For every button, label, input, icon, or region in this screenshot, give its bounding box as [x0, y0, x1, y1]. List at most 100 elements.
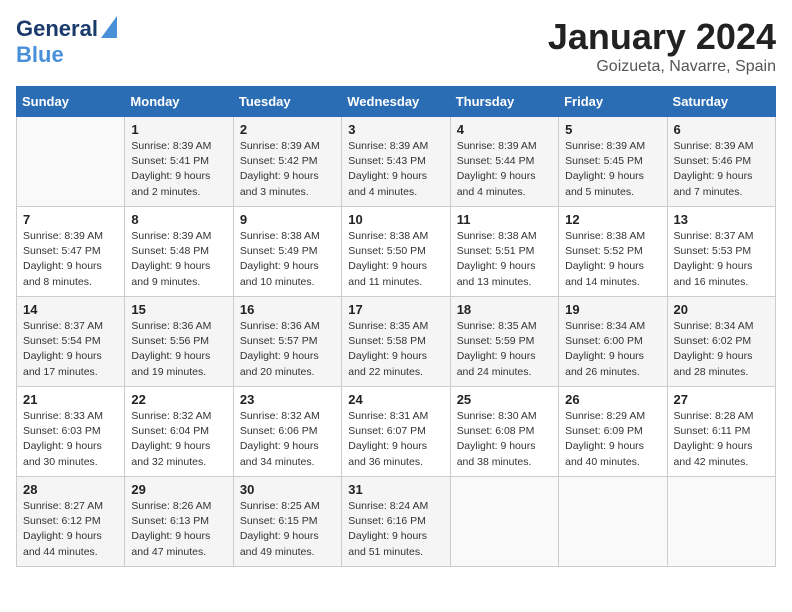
calendar-subtitle: Goizueta, Navarre, Spain	[548, 58, 776, 76]
day-info: Sunrise: 8:38 AMSunset: 5:49 PMDaylight:…	[240, 229, 335, 290]
day-number: 6	[674, 122, 769, 137]
calendar-day-cell: 29Sunrise: 8:26 AMSunset: 6:13 PMDayligh…	[125, 477, 233, 567]
calendar-day-cell: 12 Sunrise: 8:38 AMSunset: 5:52 PMDayligh…	[559, 207, 667, 297]
day-info: Sunrise: 8:39 AMSunset: 5:42 PMDaylight:…	[240, 139, 335, 200]
day-number: 31	[348, 482, 443, 497]
day-info: Sunrise: 8:28 AMSunset: 6:11 PMDaylight:…	[674, 409, 769, 470]
day-number: 1	[131, 122, 226, 137]
day-number: 7	[23, 212, 118, 227]
day-info: Sunrise: 8:25 AMSunset: 6:15 PMDaylight:…	[240, 499, 335, 560]
day-info: Sunrise: 8:36 AMSunset: 5:57 PMDaylight:…	[240, 319, 335, 380]
day-number: 16	[240, 302, 335, 317]
day-number: 25	[457, 392, 552, 407]
calendar-day-cell	[450, 477, 558, 567]
weekday-header-cell: Sunday	[17, 87, 125, 117]
calendar-day-cell: 22 Sunrise: 8:32 AMSunset: 6:04 PMDayligh…	[125, 387, 233, 477]
day-info: Sunrise: 8:37 AMSunset: 5:53 PMDaylight:…	[674, 229, 769, 290]
calendar-day-cell: 26Sunrise: 8:29 AMSunset: 6:09 PMDayligh…	[559, 387, 667, 477]
calendar-day-cell: 3 Sunrise: 8:39 AMSunset: 5:43 PMDaylight…	[342, 117, 450, 207]
logo-triangle-icon	[101, 16, 117, 38]
calendar-day-cell	[559, 477, 667, 567]
calendar-day-cell: 1 Sunrise: 8:39 AMSunset: 5:41 PMDaylight…	[125, 117, 233, 207]
day-number: 18	[457, 302, 552, 317]
logo-text-blue: Blue	[16, 42, 64, 67]
page-header: General Blue January 2024 Goizueta, Nava…	[16, 16, 776, 76]
day-number: 13	[674, 212, 769, 227]
day-number: 26	[565, 392, 660, 407]
day-info: Sunrise: 8:39 AMSunset: 5:48 PMDaylight:…	[131, 229, 226, 290]
day-number: 21	[23, 392, 118, 407]
day-number: 29	[131, 482, 226, 497]
day-info: Sunrise: 8:35 AMSunset: 5:59 PMDaylight:…	[457, 319, 552, 380]
weekday-header-cell: Monday	[125, 87, 233, 117]
title-area: January 2024 Goizueta, Navarre, Spain	[548, 16, 776, 76]
day-number: 22	[131, 392, 226, 407]
calendar-day-cell: 21Sunrise: 8:33 AMSunset: 6:03 PMDayligh…	[17, 387, 125, 477]
day-number: 28	[23, 482, 118, 497]
calendar-day-cell: 2 Sunrise: 8:39 AMSunset: 5:42 PMDaylight…	[233, 117, 341, 207]
day-number: 8	[131, 212, 226, 227]
calendar-day-cell: 6Sunrise: 8:39 AMSunset: 5:46 PMDaylight…	[667, 117, 775, 207]
day-info: Sunrise: 8:36 AMSunset: 5:56 PMDaylight:…	[131, 319, 226, 380]
calendar-day-cell: 13 Sunrise: 8:37 AMSunset: 5:53 PMDayligh…	[667, 207, 775, 297]
day-info: Sunrise: 8:32 AMSunset: 6:06 PMDaylight:…	[240, 409, 335, 470]
day-number: 2	[240, 122, 335, 137]
day-number: 15	[131, 302, 226, 317]
calendar-day-cell: 18 Sunrise: 8:35 AMSunset: 5:59 PMDayligh…	[450, 297, 558, 387]
weekday-header-cell: Wednesday	[342, 87, 450, 117]
day-info: Sunrise: 8:34 AMSunset: 6:00 PMDaylight:…	[565, 319, 660, 380]
day-info: Sunrise: 8:39 AMSunset: 5:47 PMDaylight:…	[23, 229, 118, 290]
calendar-day-cell: 20 Sunrise: 8:34 AMSunset: 6:02 PMDayligh…	[667, 297, 775, 387]
calendar-day-cell: 9 Sunrise: 8:38 AMSunset: 5:49 PMDaylight…	[233, 207, 341, 297]
day-info: Sunrise: 8:30 AMSunset: 6:08 PMDaylight:…	[457, 409, 552, 470]
day-info: Sunrise: 8:24 AMSunset: 6:16 PMDaylight:…	[348, 499, 443, 560]
calendar-day-cell: 5Sunrise: 8:39 AMSunset: 5:45 PMDaylight…	[559, 117, 667, 207]
day-number: 10	[348, 212, 443, 227]
logo: General Blue	[16, 16, 117, 67]
calendar-day-cell: 30Sunrise: 8:25 AMSunset: 6:15 PMDayligh…	[233, 477, 341, 567]
day-info: Sunrise: 8:32 AMSunset: 6:04 PMDaylight:…	[131, 409, 226, 470]
day-number: 24	[348, 392, 443, 407]
day-info: Sunrise: 8:37 AMSunset: 5:54 PMDaylight:…	[23, 319, 118, 380]
day-number: 3	[348, 122, 443, 137]
day-info: Sunrise: 8:35 AMSunset: 5:58 PMDaylight:…	[348, 319, 443, 380]
calendar-day-cell	[17, 117, 125, 207]
calendar-day-cell: 19 Sunrise: 8:34 AMSunset: 6:00 PMDayligh…	[559, 297, 667, 387]
calendar-week-row: 1 Sunrise: 8:39 AMSunset: 5:41 PMDaylight…	[17, 117, 776, 207]
day-info: Sunrise: 8:31 AMSunset: 6:07 PMDaylight:…	[348, 409, 443, 470]
day-info: Sunrise: 8:39 AMSunset: 5:43 PMDaylight:…	[348, 139, 443, 200]
calendar-day-cell: 7 Sunrise: 8:39 AMSunset: 5:47 PMDaylight…	[17, 207, 125, 297]
calendar-day-cell: 8 Sunrise: 8:39 AMSunset: 5:48 PMDaylight…	[125, 207, 233, 297]
day-number: 9	[240, 212, 335, 227]
calendar-day-cell: 11 Sunrise: 8:38 AMSunset: 5:51 PMDayligh…	[450, 207, 558, 297]
day-number: 14	[23, 302, 118, 317]
calendar-day-cell: 27 Sunrise: 8:28 AMSunset: 6:11 PMDayligh…	[667, 387, 775, 477]
day-number: 11	[457, 212, 552, 227]
logo-text-general: General	[16, 17, 98, 41]
day-number: 12	[565, 212, 660, 227]
calendar-day-cell: 28 Sunrise: 8:27 AMSunset: 6:12 PMDayligh…	[17, 477, 125, 567]
day-number: 17	[348, 302, 443, 317]
day-info: Sunrise: 8:38 AMSunset: 5:51 PMDaylight:…	[457, 229, 552, 290]
calendar-day-cell: 31 Sunrise: 8:24 AMSunset: 6:16 PMDayligh…	[342, 477, 450, 567]
weekday-header-cell: Tuesday	[233, 87, 341, 117]
day-number: 20	[674, 302, 769, 317]
day-number: 27	[674, 392, 769, 407]
calendar-day-cell: 10 Sunrise: 8:38 AMSunset: 5:50 PMDayligh…	[342, 207, 450, 297]
weekday-header-cell: Saturday	[667, 87, 775, 117]
calendar-day-cell	[667, 477, 775, 567]
calendar-week-row: 28 Sunrise: 8:27 AMSunset: 6:12 PMDayligh…	[17, 477, 776, 567]
day-number: 19	[565, 302, 660, 317]
day-info: Sunrise: 8:27 AMSunset: 6:12 PMDaylight:…	[23, 499, 118, 560]
calendar-day-cell: 14 Sunrise: 8:37 AMSunset: 5:54 PMDayligh…	[17, 297, 125, 387]
day-info: Sunrise: 8:38 AMSunset: 5:50 PMDaylight:…	[348, 229, 443, 290]
day-info: Sunrise: 8:34 AMSunset: 6:02 PMDaylight:…	[674, 319, 769, 380]
day-info: Sunrise: 8:39 AMSunset: 5:45 PMDaylight:…	[565, 139, 660, 200]
weekday-header-row: SundayMondayTuesdayWednesdayThursdayFrid…	[17, 87, 776, 117]
calendar-body: 1 Sunrise: 8:39 AMSunset: 5:41 PMDaylight…	[17, 117, 776, 567]
day-number: 23	[240, 392, 335, 407]
calendar-day-cell: 25 Sunrise: 8:30 AMSunset: 6:08 PMDayligh…	[450, 387, 558, 477]
day-info: Sunrise: 8:38 AMSunset: 5:52 PMDaylight:…	[565, 229, 660, 290]
day-info: Sunrise: 8:39 AMSunset: 5:41 PMDaylight:…	[131, 139, 226, 200]
calendar-week-row: 7 Sunrise: 8:39 AMSunset: 5:47 PMDaylight…	[17, 207, 776, 297]
